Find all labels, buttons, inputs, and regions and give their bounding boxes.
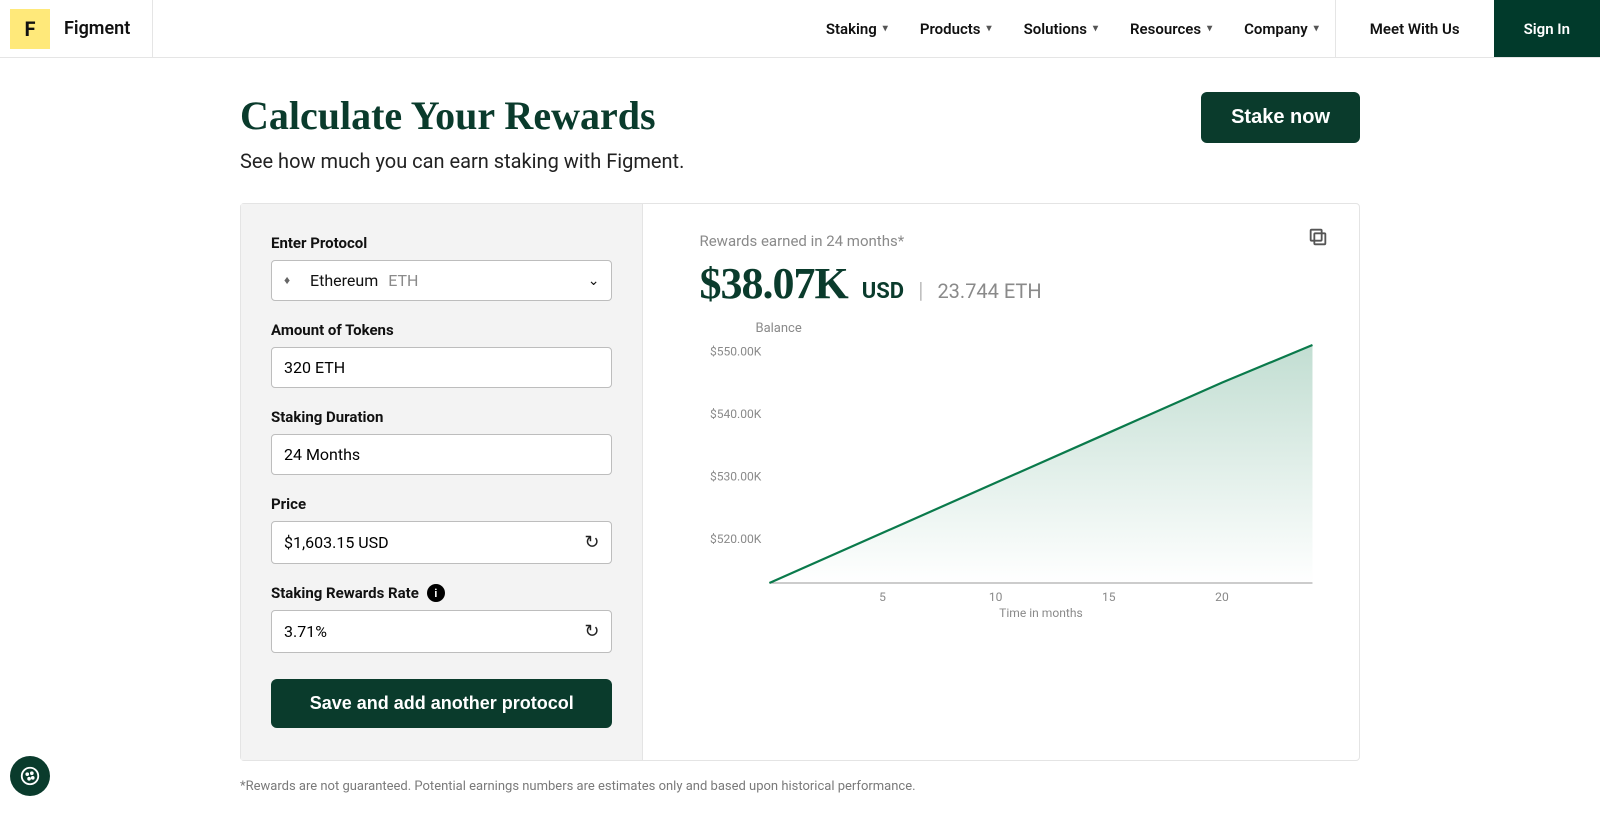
disclaimer: *Rewards are not guaranteed. Potential e… [240, 779, 1360, 794]
nav-label: Company [1244, 20, 1308, 38]
rewards-caption: Rewards earned in 24 months* [699, 232, 1323, 250]
primary-nav: Staking ▾ Products ▾ Solutions ▾ Resourc… [810, 0, 1600, 57]
nav-label: Solutions [1024, 20, 1087, 38]
ethereum-icon: ♦ [284, 273, 300, 289]
cookie-settings-button[interactable] [10, 756, 50, 796]
chevron-down-icon: ▾ [883, 23, 888, 34]
chevron-down-icon: ⌄ [588, 273, 600, 289]
stake-now-button[interactable]: Stake now [1201, 92, 1360, 143]
refresh-icon[interactable]: ↻ [584, 621, 599, 642]
nav-label: Staking [826, 20, 877, 38]
rate-label: Staking Rewards Rate i [271, 584, 612, 602]
amount-input-wrap [271, 347, 612, 388]
price-input-wrap: ↻ [271, 521, 612, 564]
rewards-usd-value: $38.07K [699, 258, 847, 309]
header: F Figment Staking ▾ Products ▾ Solutions… [0, 0, 1600, 58]
copy-icon[interactable] [1307, 226, 1329, 252]
nav-resources[interactable]: Resources ▾ [1114, 0, 1228, 57]
rewards-token-value: 23.744 ETH [937, 279, 1041, 303]
brand[interactable]: F Figment [0, 0, 153, 57]
nav-company[interactable]: Company ▾ [1228, 0, 1335, 57]
svg-text:Time in months: Time in months [1000, 606, 1084, 620]
info-icon[interactable]: i [427, 584, 445, 602]
amount-input[interactable] [284, 358, 599, 377]
rewards-currency: USD [862, 279, 904, 304]
svg-text:20: 20 [1216, 590, 1230, 604]
protocol-ticker: ETH [388, 271, 418, 290]
protocol-select[interactable]: ♦ Ethereum ETH ⌄ [271, 260, 612, 301]
amount-label: Amount of Tokens [271, 321, 612, 339]
protocol-label: Enter Protocol [271, 234, 612, 252]
nav-label: Resources [1130, 20, 1201, 38]
nav-label: Products [920, 20, 981, 38]
duration-input-wrap [271, 434, 612, 475]
price-input[interactable] [284, 533, 574, 552]
protocol-name: Ethereum [310, 271, 378, 290]
meet-with-us-link[interactable]: Meet With Us [1335, 0, 1494, 57]
chevron-down-icon: ▾ [987, 23, 992, 34]
refresh-icon[interactable]: ↻ [584, 532, 599, 553]
calculator-result: Rewards earned in 24 months* $38.07K USD… [643, 204, 1359, 760]
sign-in-button[interactable]: Sign In [1494, 0, 1600, 57]
nav-staking[interactable]: Staking ▾ [810, 0, 904, 57]
rate-input[interactable] [284, 622, 574, 641]
price-label: Price [271, 495, 612, 513]
svg-text:$550.00K: $550.00K [710, 344, 762, 358]
chevron-down-icon: ▾ [1207, 23, 1212, 34]
duration-label: Staking Duration [271, 408, 612, 426]
brand-name: Figment [64, 18, 130, 39]
chevron-down-icon: ▾ [1314, 23, 1319, 34]
svg-text:$520.00K: $520.00K [710, 532, 762, 546]
rate-label-text: Staking Rewards Rate [271, 584, 419, 602]
duration-input[interactable] [284, 445, 599, 464]
nav-products[interactable]: Products ▾ [904, 0, 1008, 57]
rate-input-wrap: ↻ [271, 610, 612, 653]
logo-icon: F [10, 9, 50, 49]
save-add-protocol-button[interactable]: Save and add another protocol [271, 679, 612, 728]
page-subtitle: See how much you can earn staking with F… [240, 149, 684, 173]
calculator-form: Enter Protocol ♦ Ethereum ETH ⌄ Amount o… [241, 204, 643, 760]
svg-text:10: 10 [989, 590, 1003, 604]
balance-chart: Balance $550.00K$540.00K$530.00K$520.00K… [699, 325, 1323, 625]
hero: Calculate Your Rewards See how much you … [240, 92, 1360, 173]
divider: | [918, 279, 923, 304]
calculator-panel: Enter Protocol ♦ Ethereum ETH ⌄ Amount o… [240, 203, 1360, 761]
svg-text:5: 5 [880, 590, 887, 604]
chart-title: Balance [755, 321, 801, 336]
chevron-down-icon: ▾ [1093, 23, 1098, 34]
svg-text:$540.00K: $540.00K [710, 407, 762, 421]
svg-text:15: 15 [1103, 590, 1117, 604]
nav-solutions[interactable]: Solutions ▾ [1008, 0, 1114, 57]
svg-text:$530.00K: $530.00K [710, 470, 762, 484]
page-title: Calculate Your Rewards [240, 92, 684, 139]
